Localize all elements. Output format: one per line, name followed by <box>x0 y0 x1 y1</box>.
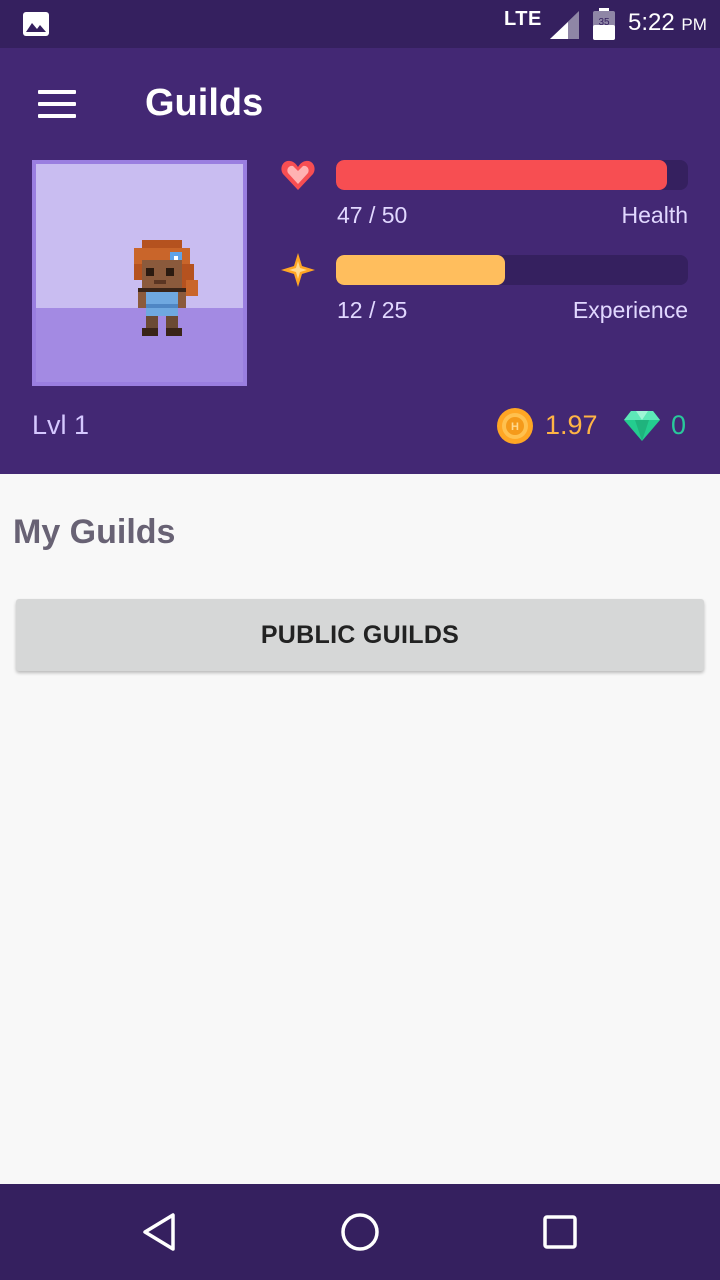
gold-amount: 1.97 <box>545 410 598 440</box>
clock-time: 5:22 <box>628 9 675 36</box>
level-label: Lvl 1 <box>32 410 90 440</box>
status-bar: LTE 35 5:22 PM <box>0 0 720 48</box>
health-bar-fill <box>336 160 667 190</box>
public-guilds-button[interactable]: PUBLIC GUILDS <box>16 599 704 671</box>
gold-coin-icon: H <box>497 408 533 444</box>
battery-icon: 35 <box>593 8 615 40</box>
avatar[interactable] <box>32 160 247 386</box>
battery-level: 35 <box>598 17 610 28</box>
navigation-bar <box>0 1184 720 1280</box>
health-bar <box>336 160 688 190</box>
experience-bar <box>336 255 688 285</box>
clock-ampm: PM <box>681 15 707 34</box>
experience-value: 12 / 25 <box>337 297 408 323</box>
gallery-notification-icon <box>23 12 49 36</box>
page-title: Guilds <box>145 82 264 124</box>
health-value: 47 / 50 <box>337 202 408 228</box>
hamburger-menu-icon-bar <box>38 90 76 94</box>
section-title: My Guilds <box>13 513 176 551</box>
hamburger-menu-icon-bar <box>38 102 76 106</box>
back-icon[interactable] <box>140 1212 180 1252</box>
gem-amount: 0 <box>671 410 687 440</box>
home-icon[interactable] <box>340 1212 380 1252</box>
menu-button[interactable] <box>24 80 88 128</box>
clock: 5:22 PM <box>628 9 707 37</box>
heart-icon <box>281 160 315 190</box>
network-type: LTE <box>504 8 542 30</box>
gem-icon <box>624 411 660 441</box>
health-label: Health <box>621 202 688 228</box>
header: Guilds 47 / 50 Health 12 / 25 Experience… <box>0 48 720 474</box>
avatar-sprite <box>134 240 198 336</box>
recents-icon[interactable] <box>540 1212 580 1252</box>
svg-text:H: H <box>511 421 519 433</box>
hamburger-menu-icon-bar <box>38 114 76 118</box>
star-icon <box>281 253 315 287</box>
experience-label: Experience <box>572 297 688 323</box>
experience-bar-fill <box>336 255 505 285</box>
signal-icon <box>550 11 579 39</box>
